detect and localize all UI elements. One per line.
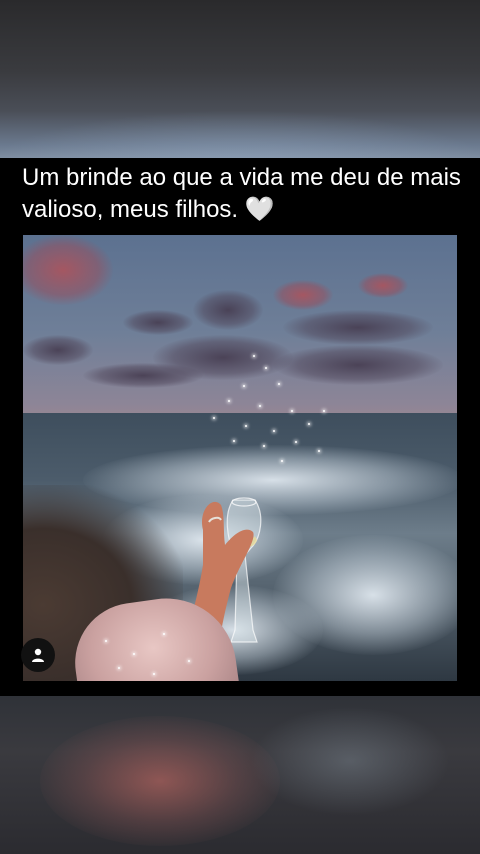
sparkle — [323, 410, 325, 412]
sparkle — [133, 653, 135, 655]
cloud — [283, 310, 433, 345]
cloud — [23, 235, 113, 305]
blurred-background-top — [0, 0, 480, 158]
sparkle — [273, 430, 275, 432]
sparkle — [263, 445, 265, 447]
blur-glow — [250, 706, 450, 816]
sparkle — [278, 383, 280, 385]
post-card: Um brinde ao que a vida me deu de mais v… — [0, 158, 480, 696]
post-photo[interactable] — [23, 235, 457, 681]
sparkle — [163, 633, 165, 635]
sparkle — [118, 667, 120, 669]
sparkle — [281, 460, 283, 462]
sparkle — [253, 355, 255, 357]
sparkle — [295, 441, 297, 443]
caption-text: Um brinde ao que a vida me deu de mais v… — [22, 164, 461, 223]
sparkle — [265, 367, 267, 369]
blurred-background-bottom — [0, 696, 480, 854]
sparkle — [153, 673, 155, 675]
sparkle — [188, 660, 190, 662]
blur-glow — [40, 716, 280, 846]
sparkle — [105, 640, 107, 642]
cloud — [123, 310, 193, 335]
sparkle — [291, 410, 293, 412]
cloud — [83, 363, 203, 388]
post-caption: Um brinde ao que a vida me deu de mais v… — [22, 162, 468, 226]
sparkle — [243, 385, 245, 387]
sparkle — [318, 450, 320, 452]
cloud — [273, 345, 443, 385]
sparkle — [233, 440, 235, 442]
sparkle — [228, 400, 230, 402]
sparkle — [213, 417, 215, 419]
white-heart-icon: 🤍 — [244, 196, 275, 223]
person-icon — [32, 648, 44, 662]
sparkle — [308, 423, 310, 425]
cloud — [193, 290, 263, 330]
cloud — [23, 335, 93, 365]
cloud — [358, 273, 408, 298]
profile-button[interactable] — [21, 638, 55, 672]
cloud — [273, 280, 333, 310]
sparkle — [245, 425, 247, 427]
sparkle — [259, 405, 261, 407]
